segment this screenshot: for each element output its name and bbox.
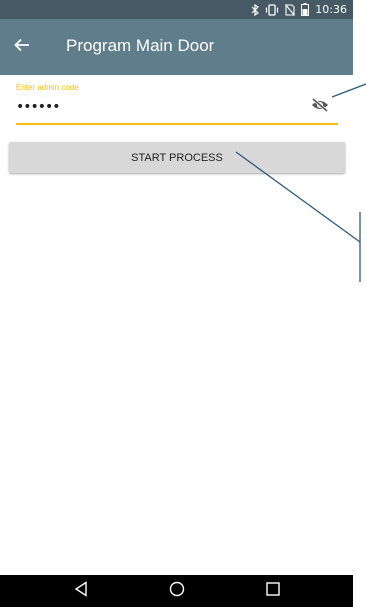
- start-process-button[interactable]: START PROCESS: [9, 142, 345, 173]
- password-visibility-toggle[interactable]: [310, 97, 330, 117]
- admin-code-underline: [16, 123, 338, 125]
- bluetooth-icon: [251, 3, 260, 16]
- status-icons: 10:36: [251, 2, 347, 17]
- navigation-bar: [0, 575, 353, 607]
- back-triangle-icon: [74, 580, 88, 602]
- back-button[interactable]: [8, 33, 36, 61]
- admin-code-field: Enter admin code: [16, 83, 338, 125]
- nav-home-button[interactable]: [166, 581, 188, 602]
- phone-screen: 10:36 Program Main Door Enter admin code…: [0, 0, 353, 607]
- status-time: 10:36: [315, 3, 347, 16]
- nav-recents-button[interactable]: [262, 581, 284, 602]
- home-circle-icon: [169, 581, 185, 602]
- nav-back-button[interactable]: [70, 580, 92, 602]
- recents-square-icon: [265, 581, 281, 602]
- vibrate-icon: [265, 3, 279, 16]
- arrow-back-icon: [14, 38, 30, 57]
- page-title: Program Main Door: [66, 36, 215, 55]
- visibility-off-icon: [311, 97, 329, 117]
- status-bar: 10:36: [0, 0, 353, 19]
- battery-icon: [301, 3, 310, 16]
- admin-code-input[interactable]: [16, 97, 306, 117]
- app-bar: Program Main Door: [0, 19, 353, 75]
- admin-code-label: Enter admin code: [16, 83, 79, 92]
- no-sim-icon: [285, 3, 296, 16]
